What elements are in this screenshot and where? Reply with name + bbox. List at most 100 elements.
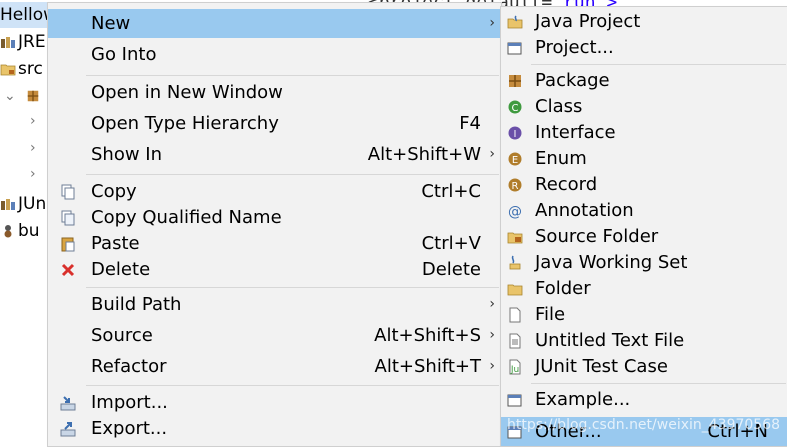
paste-icon (61, 237, 75, 252)
enum-icon: E (508, 152, 522, 166)
context-menu: New › Go Into Open in New Window Open Ty… (47, 2, 502, 447)
junit-icon: Ju (509, 359, 521, 375)
submenu-item-untitled-text-file[interactable]: Untitled Text File (501, 326, 787, 355)
example-icon (507, 394, 522, 407)
menu-item-label: Copy Qualified Name (91, 207, 282, 228)
chevron-right-icon[interactable]: › (30, 166, 36, 182)
submenu-item-java-project[interactable]: Java Project (501, 7, 787, 36)
menu-item-label: JUnit Test Case (535, 356, 668, 377)
menu-item-import[interactable]: Import... (48, 388, 501, 417)
menu-separator (86, 385, 499, 386)
menu-item-new[interactable]: New › (48, 9, 501, 38)
tree-item-build[interactable]: bu (0, 218, 40, 244)
submenu-item-project[interactable]: Project... (501, 33, 787, 62)
text-file-icon (509, 333, 521, 349)
menu-item-export[interactable]: Export... (48, 414, 501, 443)
menu-item-label: Delete (91, 259, 151, 280)
menu-item-delete[interactable]: Delete Delete (48, 255, 501, 284)
menu-separator (531, 64, 786, 65)
submenu-item-example[interactable]: Example... (501, 385, 787, 414)
tree-item-src[interactable]: src (0, 56, 43, 82)
menu-item-open-new-window[interactable]: Open in New Window (48, 78, 501, 107)
menu-item-shortcut: Alt+Shift+T (374, 356, 481, 377)
submenu-item-enum[interactable]: E Enum (501, 144, 787, 173)
submenu-item-file[interactable]: File (501, 300, 787, 329)
tree-item-label: JUn (18, 194, 47, 214)
menu-item-paste[interactable]: Paste Ctrl+V (48, 229, 501, 258)
menu-item-label: Copy (91, 181, 137, 202)
menu-item-copy[interactable]: Copy Ctrl+C (48, 177, 501, 206)
menu-item-label: Import... (91, 392, 168, 413)
interface-icon: I (508, 126, 522, 140)
menu-item-source[interactable]: Source Alt+Shift+S › (48, 321, 501, 350)
menu-item-open-type-hierarchy[interactable]: Open Type Hierarchy F4 (48, 109, 501, 138)
menu-item-label: Class (535, 96, 583, 117)
submenu-item-interface[interactable]: I Interface (501, 118, 787, 147)
svg-text:R: R (512, 181, 519, 192)
project-icon (507, 42, 522, 55)
submenu-item-source-folder[interactable]: Source Folder (501, 222, 787, 251)
menu-item-label: Folder (535, 278, 591, 299)
menu-item-shortcut: Alt+Shift+W (367, 144, 481, 165)
submenu-item-class[interactable]: C Class (501, 92, 787, 121)
submenu-item-junit-test-case[interactable]: Ju JUnit Test Case (501, 352, 787, 381)
submenu-item-folder[interactable]: Folder (501, 274, 787, 303)
menu-item-build-path[interactable]: Build Path › (48, 290, 501, 319)
menu-item-label: Show In (91, 144, 163, 165)
tree-item-label: bu (18, 221, 40, 241)
menu-item-label: Package (535, 70, 610, 91)
chevron-right-icon: › (489, 327, 495, 343)
menu-item-label: Paste (91, 233, 140, 254)
menu-item-shortcut: Ctrl+V (421, 233, 481, 254)
tree-item-jre[interactable]: JRE (0, 29, 46, 55)
menu-item-label: Refactor (91, 356, 167, 377)
chevron-right-icon: › (489, 146, 495, 162)
submenu-item-java-working-set[interactable]: Java Working Set (501, 248, 787, 277)
svg-text:Ju: Ju (510, 365, 519, 375)
source-folder-icon (507, 232, 523, 244)
menu-item-label: Enum (535, 148, 587, 169)
library-icon (1, 37, 15, 48)
menu-item-label: Example... (535, 389, 631, 410)
menu-item-shortcut: Delete (421, 259, 481, 280)
menu-item-shortcut: Ctrl+C (421, 181, 481, 202)
menu-item-label: Untitled Text File (535, 330, 685, 351)
submenu-item-annotation[interactable]: @ Annotation (501, 196, 787, 225)
copy-qualified-icon (61, 210, 75, 226)
copy-icon (61, 184, 75, 200)
menu-item-copy-qualified-name[interactable]: Copy Qualified Name (48, 203, 501, 232)
menu-item-label: Build Path (91, 294, 182, 315)
record-icon: R (508, 178, 522, 192)
menu-item-shortcut: F4 (459, 113, 481, 134)
svg-text:C: C (512, 103, 519, 114)
menu-item-label: Java Project (535, 11, 641, 32)
menu-item-label: File (535, 304, 566, 325)
tree-item-label: src (18, 59, 43, 79)
menu-item-label: Source Folder (535, 226, 659, 247)
menu-separator (86, 174, 499, 175)
submenu-item-record[interactable]: R Record (501, 170, 787, 199)
submenu-item-package[interactable]: Package (501, 66, 787, 95)
menu-item-go-into[interactable]: Go Into (48, 40, 501, 69)
menu-item-show-in[interactable]: Show In Alt+Shift+W › (48, 140, 501, 169)
chevron-right-icon: › (489, 15, 495, 31)
library-icon (1, 199, 15, 210)
import-icon (60, 396, 76, 411)
menu-item-shortcut: Alt+Shift+S (374, 325, 481, 346)
tree-item-junit[interactable]: JUn (0, 191, 46, 217)
svg-text:@: @ (508, 204, 522, 219)
project-tree-item[interactable]: Hellow (0, 2, 57, 28)
chevron-right-icon[interactable]: › (30, 113, 36, 129)
menu-item-refactor[interactable]: Refactor Alt+Shift+T › (48, 352, 501, 381)
svg-text:I: I (514, 129, 517, 140)
menu-separator (86, 287, 499, 288)
chevron-down-icon[interactable]: ⌄ (4, 88, 16, 104)
export-icon (60, 422, 76, 437)
chevron-right-icon[interactable]: › (30, 140, 36, 156)
tree-item-label: JRE (18, 32, 46, 52)
working-set-icon (509, 255, 521, 270)
menu-item-label: Interface (535, 122, 616, 143)
package-icon (509, 75, 521, 87)
menu-item-label: Project... (535, 37, 614, 58)
chevron-right-icon: › (489, 358, 495, 374)
